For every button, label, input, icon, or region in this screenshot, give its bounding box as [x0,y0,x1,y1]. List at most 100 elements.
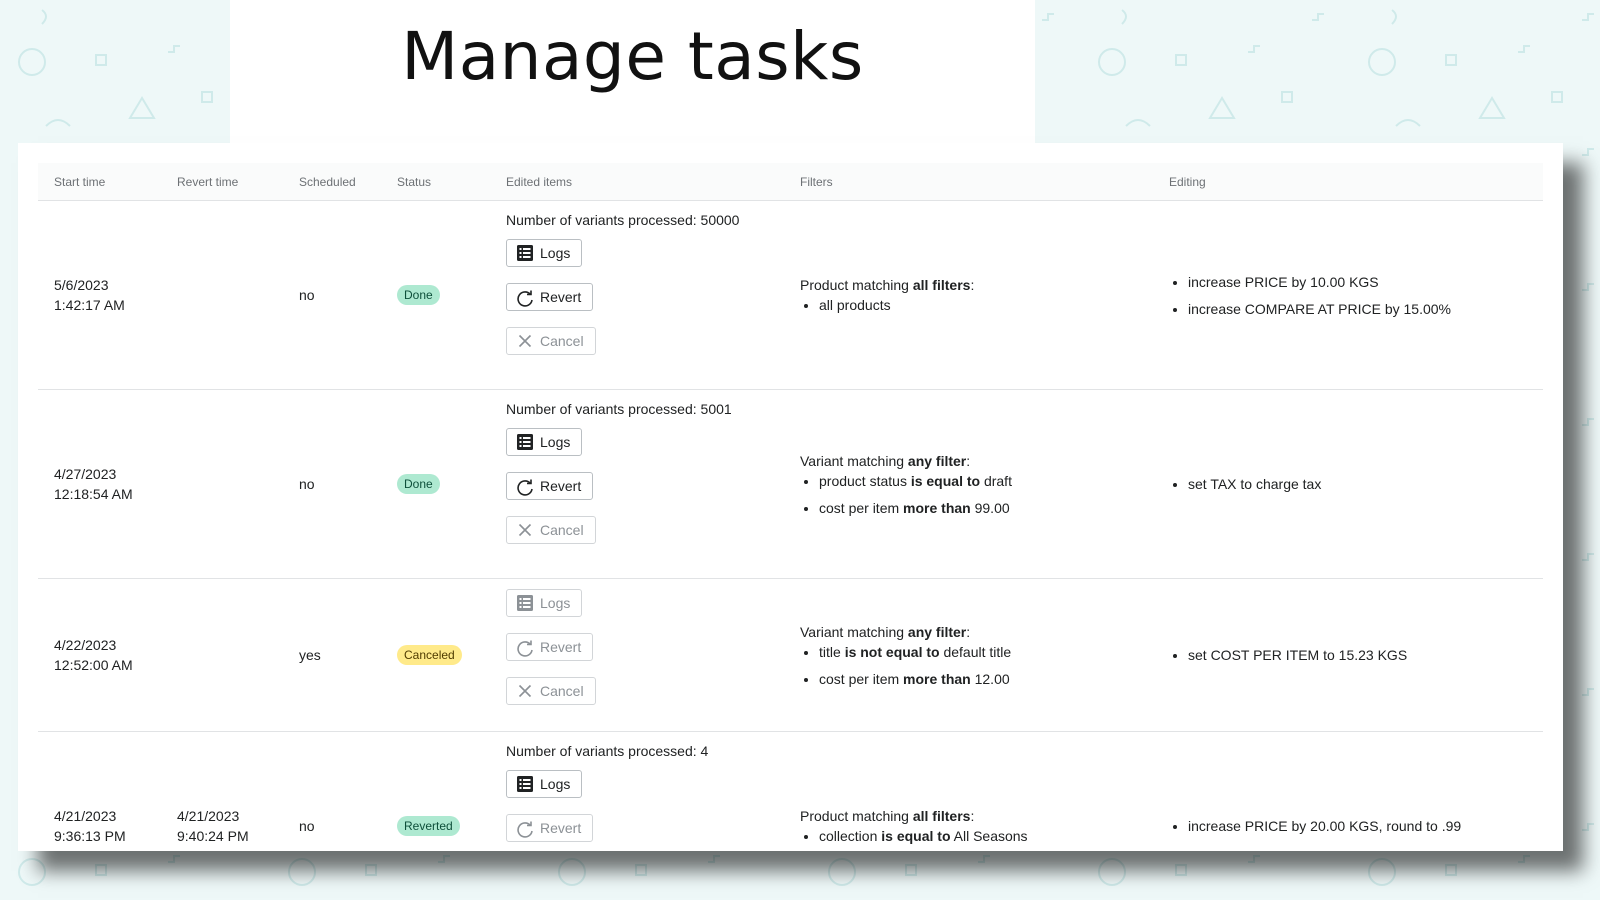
button-label: Cancel [540,333,584,349]
logs-button[interactable]: Logs [506,589,583,617]
status-badge: Done [397,474,440,494]
edited-items-cell: Number of variants processed: 5001 Logs Re… [490,389,784,579]
filter-field: product status [819,472,911,489]
filter-prefix: Product matching [800,277,913,293]
filter-mode: any filter [907,452,967,469]
editing-cell: set COST PER ITEM to 15.23 KGS [1153,578,1543,732]
table-row: 4/27/2023 12:18:54 AM no Done Number of vari… [38,389,1543,579]
filter-value: default title [939,643,1012,660]
status-badge: Done [397,285,440,305]
edited-items-cell: Logs Revert Cancel [490,578,784,732]
filter-mode: all filters [912,808,971,824]
filters-cell: Variant matching any filter:title is not… [784,578,1153,732]
filter-heading: Product matching all filters: [800,275,1153,295]
button-label: Logs [540,595,571,611]
redo-icon [515,637,535,657]
filter-mode: any filter [907,623,967,640]
scheduled-cell: no [283,200,381,390]
cancel-button[interactable]: Cancel [506,516,596,544]
revert-time-cell [161,200,283,390]
logs-button[interactable]: Logs [506,428,583,456]
table-row: 5/6/2023 1:42:17 AM no Done Number of varian… [38,200,1543,390]
edited-items-cell: Number of variants processed: 50000 Logs R… [490,200,784,390]
filter-suffix: : [970,277,975,293]
revert-button[interactable]: Revert [506,633,594,661]
redo-icon [515,287,535,307]
filter-mode: all filters [912,277,971,293]
filter-value: All Seasons [950,828,1028,844]
revert-time-cell [161,389,283,579]
filter-operator: more than [903,670,971,687]
filter-operator: is not equal to [844,643,940,660]
edit-item: increase PRICE by 10.00 KGS [1188,272,1543,292]
start-time: 9:36:13 PM [54,828,126,844]
filters-cell: Variant matching any filter:product stat… [784,389,1153,579]
revert-time-cell [161,578,283,732]
edit-item: set COST PER ITEM to 15.23 KGS [1188,645,1543,665]
header-start-time: Start time [38,163,161,201]
button-label: Revert [540,820,582,836]
status-cell: Canceled [381,578,490,732]
editing-cell: set TAX to charge tax [1153,389,1543,579]
filter-field: title [819,643,845,660]
filter-list: all products [800,295,1153,315]
logs-button[interactable]: Logs [506,239,583,267]
list-icon [515,593,535,613]
filter-field: all products [819,297,891,313]
variants-processed-text: Number of variants processed: 5001 [506,401,732,417]
start-time: 12:52:00 AM [54,657,133,673]
start-time-cell: 4/21/2023 9:36:13 PM [38,731,161,851]
revert-button[interactable]: Revert [506,472,594,500]
start-time-cell: 5/6/2023 1:42:17 AM [38,200,161,390]
edit-list: increase PRICE by 20.00 KGS, round to .9… [1169,816,1543,836]
edit-item: increase COMPARE AT PRICE by 15.00% [1188,299,1543,319]
revert-date: 4/21/2023 [177,808,240,824]
filter-value: 99.00 [970,499,1010,516]
logs-button[interactable]: Logs [506,770,583,798]
start-date: 4/21/2023 [54,808,117,824]
filter-item: cost per item more than 12.00 [819,669,1153,689]
filter-item: collection is equal to All Seasons [819,826,1153,846]
header-revert-time: Revert time [161,163,283,201]
list-icon [515,243,535,263]
redo-icon [515,818,535,838]
editing-cell: increase PRICE by 20.00 KGS, round to .9… [1153,731,1543,851]
filter-heading: Variant matching any filter: [800,622,1153,642]
revert-button[interactable]: Revert [506,283,594,311]
status-cell: Done [381,389,490,579]
cancel-button[interactable]: Cancel [506,677,596,705]
header-scheduled: Scheduled [283,163,381,201]
filter-list: collection is equal to All Seasons [800,826,1153,846]
scheduled-cell: no [283,389,381,579]
title-band: Manage tasks [230,0,1035,145]
close-icon [515,331,535,351]
edit-item: set TAX to charge tax [1188,474,1543,494]
tasks-table-wrapper: Start time Revert time Scheduled Status … [38,163,1543,851]
button-label: Logs [540,245,571,261]
header-edited-items: Edited items [490,163,784,201]
close-icon [515,681,535,701]
filter-prefix: Variant matching [800,452,908,469]
variants-processed-text: Number of variants processed: 50000 [506,212,740,228]
filter-prefix: Variant matching [800,623,908,640]
status-cell: Reverted [381,731,490,851]
button-label: Revert [540,478,582,494]
cancel-button[interactable]: Cancel [506,327,596,355]
list-icon [515,432,535,452]
filter-item: title is not equal to default title [819,642,1153,662]
filter-field: cost per item [819,499,904,516]
filter-operator: more than [903,499,971,516]
revert-button[interactable]: Revert [506,814,594,842]
variants-processed-text: Number of variants processed: 4 [506,743,709,759]
filter-heading: Variant matching any filter: [800,451,1153,471]
table-row: 4/22/2023 12:52:00 AM yes Canceled Logs Rever… [38,578,1543,732]
button-label: Revert [540,289,582,305]
start-time: 12:18:54 AM [54,486,133,502]
start-time: 1:42:17 AM [54,297,125,313]
button-label: Cancel [540,683,584,699]
filter-field: collection [819,828,882,844]
close-icon [515,520,535,540]
scheduled-cell: no [283,731,381,851]
header-status: Status [381,163,490,201]
start-time-cell: 4/27/2023 12:18:54 AM [38,389,161,579]
